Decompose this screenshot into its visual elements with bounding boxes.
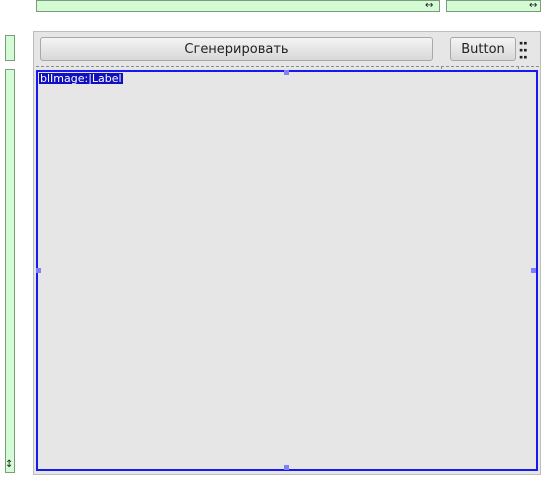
horizontal-resize-icon[interactable]: ↔: [425, 1, 433, 11]
top-right-layout: [446, 0, 541, 12]
top-left-layout: [36, 0, 440, 12]
resize-handle-left[interactable]: [36, 268, 41, 273]
image-label[interactable]: blImage:|Label: [36, 70, 538, 471]
resize-handle-top[interactable]: [284, 70, 289, 75]
left-layout: [5, 69, 15, 473]
resize-handle-bottom[interactable]: [284, 465, 289, 470]
layout-guide-horizontal: [36, 66, 539, 67]
horizontal-resize-icon-2[interactable]: ↔: [529, 1, 537, 11]
vertical-resize-icon[interactable]: ↕: [5, 460, 13, 470]
resize-handle-right[interactable]: [531, 268, 536, 273]
image-label-text: blImage:|Label: [39, 72, 123, 85]
spacer-icon[interactable]: ▪▪ ▪▪ ▪▪: [519, 40, 529, 61]
button[interactable]: Button: [450, 37, 516, 61]
left-layout-small: [5, 35, 15, 61]
generate-button[interactable]: Сгенерировать: [40, 37, 433, 61]
